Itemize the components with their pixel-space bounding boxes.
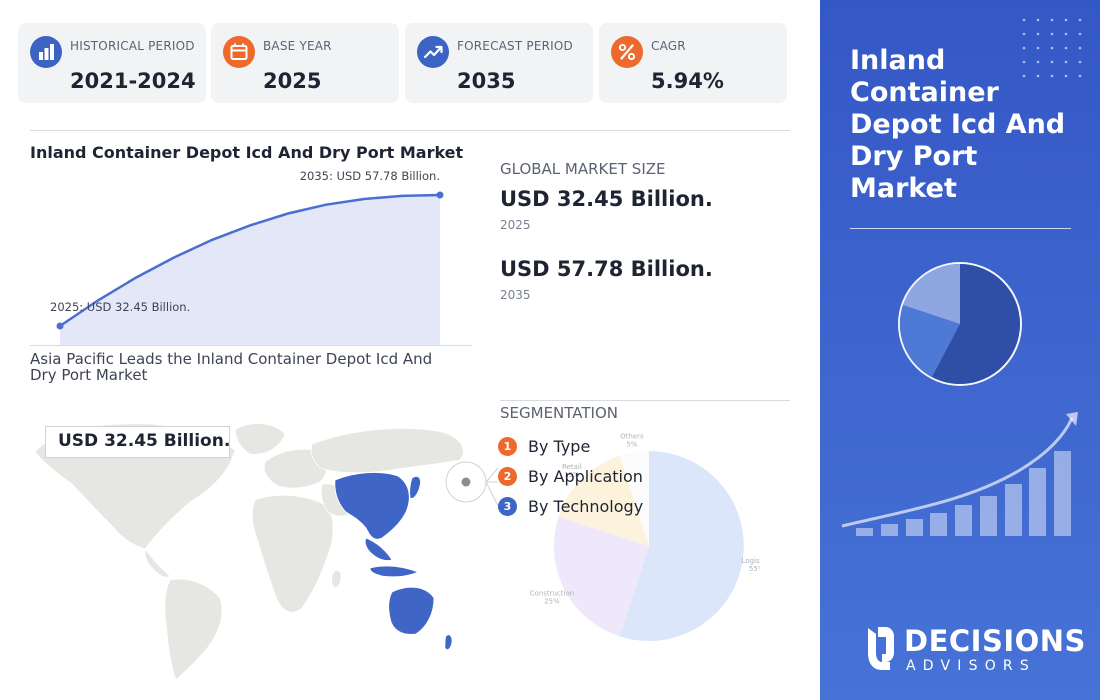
segment-label: By Application	[528, 466, 643, 486]
map-japan	[409, 476, 421, 499]
map-central-america	[144, 548, 171, 578]
map-value-badge: USD 32.45 Billion.	[45, 426, 230, 458]
side-divider	[850, 228, 1071, 229]
divider	[500, 400, 790, 401]
segment-by-type: 1 By Type	[498, 436, 590, 456]
map-title: Asia Pacific Leads the Inland Container …	[30, 350, 433, 384]
side-panel: Inland Container Depot Icd And Dry Port …	[820, 0, 1100, 700]
brand-subtitle: ADVISORS	[906, 658, 1036, 674]
bar-growth-illustration	[856, 451, 1071, 536]
segment-label: By Technology	[528, 496, 644, 516]
segment-label: By Type	[528, 436, 591, 456]
map-australia	[388, 586, 435, 635]
stat-card-historical: HISTORICAL PERIOD 2021-2024	[18, 23, 206, 103]
area-fill	[60, 195, 440, 345]
stat-value: 5.94%	[651, 69, 724, 93]
segment-by-application: 2 By Application	[498, 466, 643, 486]
stat-card-cagr: CAGR 5.94%	[599, 23, 787, 103]
stat-value: 2021-2024	[70, 69, 196, 93]
pie-illustration	[898, 262, 1022, 386]
market-size-heading: GLOBAL MARKET SIZE	[500, 160, 666, 178]
market-size-year-2035: 2035	[500, 288, 531, 302]
annotation-start: 2025: USD 32.45 Billion.	[50, 300, 190, 314]
stat-card-base-year: BASE YEAR 2025	[211, 23, 399, 103]
map-south-america	[164, 578, 223, 681]
map-greenland	[234, 423, 286, 455]
annotation-end: 2035: USD 57.78 Billion.	[300, 169, 440, 183]
connector-line	[485, 467, 499, 483]
calendar-icon	[223, 36, 255, 68]
slice-label-construction: Construction 25%	[530, 590, 575, 606]
map-indonesia	[369, 565, 420, 578]
trend-up-icon	[417, 36, 449, 68]
divider	[30, 130, 790, 131]
stat-label: FORECAST PERIOD	[457, 39, 573, 53]
divider	[30, 345, 472, 346]
asia-pacific-highlight	[334, 472, 453, 650]
stat-card-forecast: FORECAST PERIOD 2035	[405, 23, 593, 103]
map-asia-pacific	[334, 472, 410, 540]
market-size-year-2025: 2025	[500, 218, 531, 232]
stat-label: HISTORICAL PERIOD	[70, 39, 195, 53]
side-title: Inland Container Depot Icd And Dry Port …	[850, 45, 1066, 204]
stat-label: CAGR	[651, 39, 686, 53]
data-point	[56, 322, 64, 330]
zoom-bubble-dot	[461, 477, 471, 487]
stat-value: 2025	[263, 69, 322, 93]
segment-by-technology: 3 By Technology	[498, 496, 643, 516]
segmentation-pie-chart: Logistics55%Construction25%Retail15%Othe…	[445, 432, 760, 641]
market-growth-chart: 2025: USD 32.45 Billion. 2035: USD 57.78 …	[50, 169, 444, 345]
bar-chart-icon	[30, 36, 62, 68]
slice-label-others: Others 5%	[620, 432, 644, 448]
market-size-value-2025: USD 32.45 Billion.	[500, 187, 713, 211]
map-southeast-asia	[364, 537, 393, 561]
segment-number: 2	[498, 466, 517, 486]
stat-label: BASE YEAR	[263, 39, 332, 53]
percent-icon	[611, 36, 643, 68]
slice-label-logistics: Logistics55%	[742, 557, 760, 573]
map-africa	[251, 494, 334, 613]
map-madagascar	[331, 570, 342, 588]
data-point	[436, 191, 444, 199]
market-size-value-2035: USD 57.78 Billion.	[500, 257, 713, 281]
base-landmass	[34, 423, 464, 681]
segment-number: 3	[498, 496, 517, 516]
brand-logo-icon	[868, 627, 894, 670]
segment-number: 1	[498, 436, 517, 456]
connector-line	[485, 481, 499, 507]
stat-value: 2035	[457, 69, 516, 93]
brand-name: DECISIONS	[904, 624, 1086, 658]
